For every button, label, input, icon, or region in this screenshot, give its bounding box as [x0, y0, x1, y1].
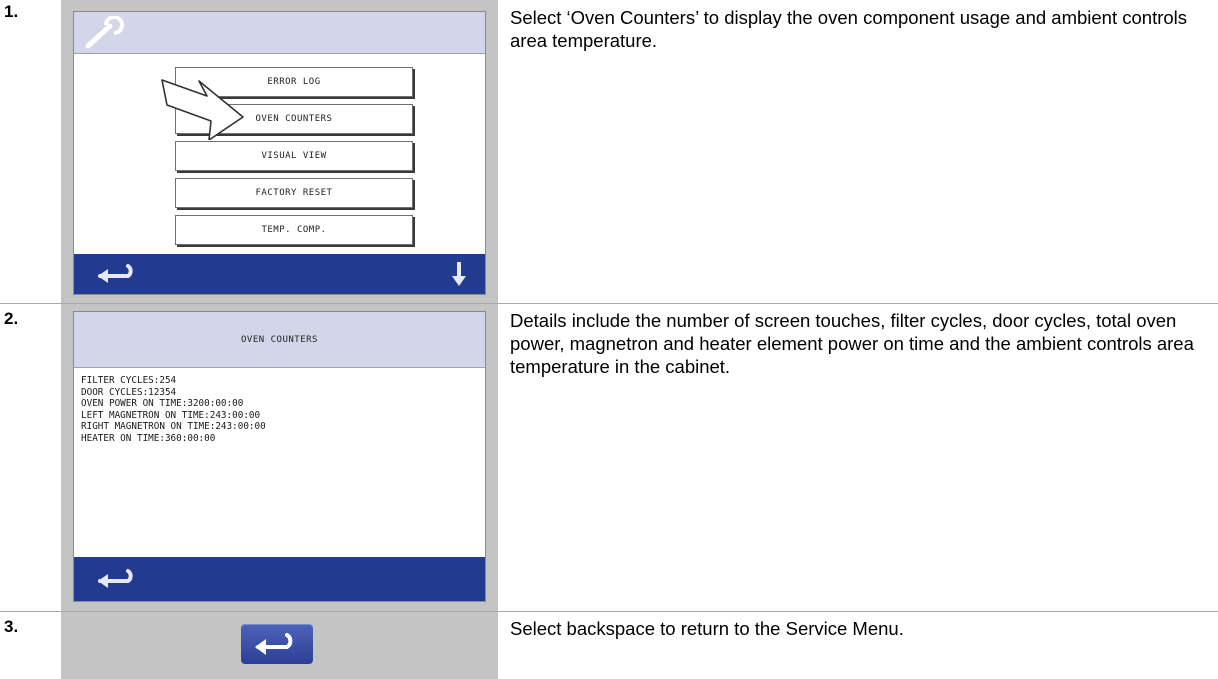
counter-line: DOOR CYCLES:12354	[81, 386, 177, 398]
counter-line: LEFT MAGNETRON ON TIME:243:00:00	[81, 409, 261, 421]
back-arrow-icon	[255, 633, 293, 655]
step-number: 2.	[4, 309, 19, 328]
oven-counters-screen: OVEN COUNTERS FILTER CYCLES:254 DOOR CYC…	[73, 311, 486, 602]
menu-item-visual-view[interactable]: VISUAL VIEW	[175, 141, 413, 171]
screen-header: OVEN COUNTERS	[74, 312, 485, 368]
counter-line: OVEN POWER ON TIME:3200:00:00	[81, 398, 244, 409]
screen-header	[74, 12, 485, 54]
screenshot-panel	[61, 612, 498, 679]
screen-title: OVEN COUNTERS	[241, 334, 318, 345]
screenshot-panel: OVEN COUNTERS FILTER CYCLES:254 DOOR CYC…	[61, 304, 498, 611]
service-menu-screen: ERROR LOG OVEN COUNTERS VISUAL VIEW FACT…	[73, 11, 486, 295]
backspace-button[interactable]	[241, 624, 313, 664]
menu-item-factory-reset[interactable]: FACTORY RESET	[175, 178, 413, 208]
menu-item-temp-comp[interactable]: TEMP. COMP.	[175, 215, 413, 245]
step-number: 1.	[4, 2, 19, 21]
back-arrow-icon[interactable]	[96, 568, 140, 590]
counters-list: FILTER CYCLES:254 DOOR CYCLES:12354 OVEN…	[81, 375, 266, 444]
wrench-icon	[85, 16, 124, 49]
step-description: Select ‘Oven Counters’ to display the ov…	[510, 7, 1188, 51]
counter-line: HEATER ON TIME:360:00:00	[81, 432, 216, 444]
screen-footer	[74, 254, 485, 294]
counter-line: RIGHT MAGNETRON ON TIME:243:00:00	[81, 421, 266, 432]
screenshot-panel: ERROR LOG OVEN COUNTERS VISUAL VIEW FACT…	[61, 0, 498, 303]
step-description: Select backspace to return to the Servic…	[510, 618, 904, 639]
arrow-pointer-icon	[161, 79, 244, 140]
down-arrow-icon[interactable]	[451, 261, 467, 287]
back-arrow-icon[interactable]	[96, 263, 140, 285]
screen-footer	[74, 557, 485, 601]
counter-line: FILTER CYCLES:254	[81, 375, 177, 386]
step-description: Details include the number of screen tou…	[510, 310, 1194, 377]
step-number: 3.	[4, 617, 19, 636]
